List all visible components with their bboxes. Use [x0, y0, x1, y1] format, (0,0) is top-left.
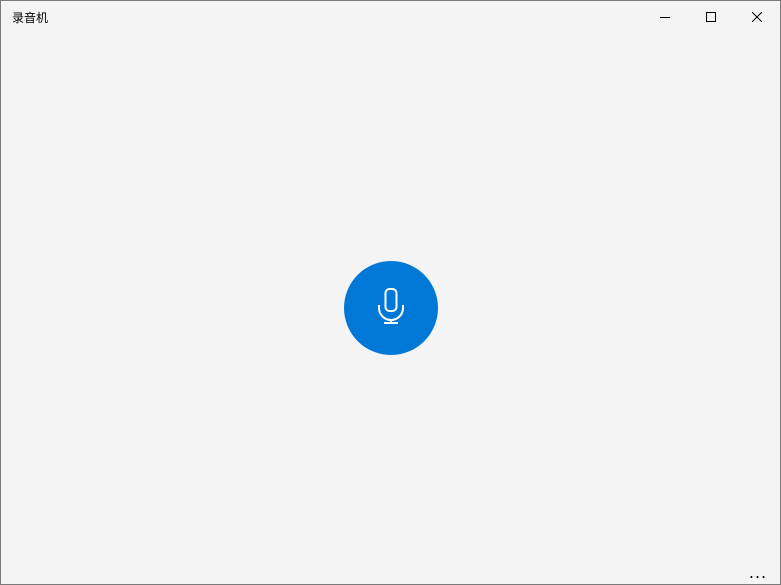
app-title: 录音机: [12, 11, 49, 25]
minimize-icon: [660, 12, 670, 22]
more-options-button[interactable]: ...: [738, 561, 778, 583]
title-bar[interactable]: 录音机: [1, 1, 780, 33]
microphone-icon: [377, 288, 405, 328]
close-button[interactable]: [734, 1, 780, 33]
record-button[interactable]: [344, 261, 438, 355]
close-icon: [752, 12, 762, 22]
maximize-icon: [706, 12, 716, 22]
minimize-button[interactable]: [642, 1, 688, 33]
maximize-button[interactable]: [688, 1, 734, 33]
app-window: 录音机 ...: [0, 0, 781, 585]
